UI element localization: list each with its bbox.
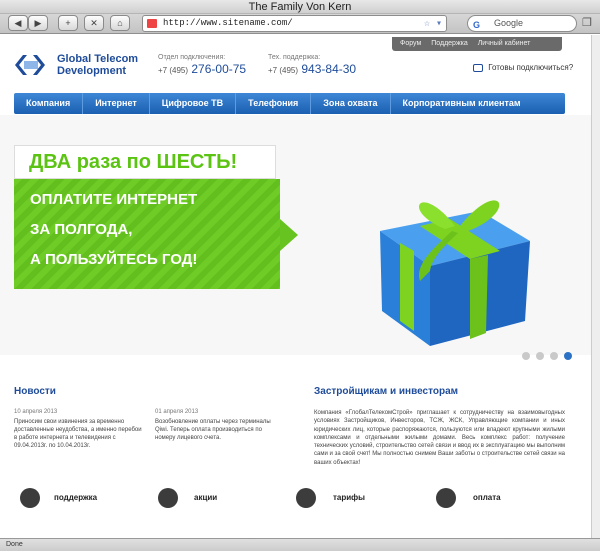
phone-prefix: +7 (495) — [158, 66, 189, 75]
slider-dot-2[interactable] — [536, 352, 544, 360]
slider-dot-1[interactable] — [522, 352, 530, 360]
footer-promo[interactable]: акции — [194, 493, 217, 502]
brand-line-1: Global Telecom — [57, 53, 139, 65]
menu-item-internet[interactable]: Интернет — [83, 93, 150, 114]
news-date-1: 10 апреля 2013 — [14, 409, 58, 415]
back-button[interactable]: ◀ — [8, 15, 28, 31]
slider-dots — [522, 347, 578, 365]
bookmarks-icon[interactable]: ❐ — [582, 16, 592, 29]
bookmark-star-icon[interactable]: ☆ ▾ — [424, 17, 442, 32]
news-text-1[interactable]: Приносим свои извинения за временно дост… — [14, 418, 142, 450]
news-title: Новости — [14, 386, 56, 397]
news-date-2: 01 апреля 2013 — [155, 409, 199, 415]
footer-payment[interactable]: оплата — [473, 493, 501, 502]
promo-icon — [158, 488, 178, 508]
tariffs-icon — [296, 488, 316, 508]
vertical-scrollbar[interactable] — [591, 35, 600, 538]
top-links-bar: Форум Поддержка Личный кабинет — [392, 37, 562, 51]
window-titlebar: The Family Von Kern — [0, 0, 600, 14]
slider-dot-3[interactable] — [550, 352, 558, 360]
forum-link[interactable]: Форум — [400, 37, 421, 51]
status-bar: Done — [0, 538, 600, 551]
contact-label-support: Тех. поддержка: — [268, 54, 321, 61]
brand-name: Global Telecom Development — [57, 53, 138, 77]
phone-number: 276-00-75 — [191, 62, 247, 76]
status-text: Done — [6, 541, 23, 548]
investors-title: Застройщикам и инвесторам — [314, 386, 459, 397]
contact-label-connect: Отдел подключения: — [158, 54, 226, 61]
payment-icon — [436, 488, 456, 508]
menu-item-digital-tv[interactable]: Цифровое ТВ — [150, 93, 237, 114]
news-text-2[interactable]: Возобновление оплаты через терминалы Qiw… — [155, 418, 283, 442]
url-field[interactable]: http://www.sitename.com/ ☆ ▾ — [142, 15, 447, 32]
promo-banner[interactable]: ДВА раза по ШЕСТЬ! ОПЛАТИТЕ ИНТЕРНЕТ ЗА … — [0, 115, 600, 360]
investors-text: Компания «ГлобалТелекомСтрой» приглашает… — [314, 410, 565, 466]
phone-number: 943-84-30 — [301, 62, 357, 76]
gift-box-image — [380, 200, 530, 346]
contact-phone-support: +7 (495) 943-84-30 — [268, 62, 356, 76]
banner-line-1: ОПЛАТИТЕ ИНТЕРНЕТ — [30, 191, 198, 208]
site-favicon-icon — [147, 19, 157, 28]
main-menu: Компания Интернет Цифровое ТВ Телефония … — [14, 93, 565, 114]
url-text: http://www.sitename.com/ — [163, 18, 293, 28]
slider-dot-4[interactable] — [564, 352, 572, 360]
support-icon — [20, 488, 40, 508]
menu-item-telephony[interactable]: Телефония — [236, 93, 312, 114]
search-input[interactable]: G Google — [467, 15, 577, 32]
banner-headline: ДВА раза по ШЕСТЬ! — [14, 145, 276, 179]
search-placeholder: Google — [494, 18, 524, 28]
footer-links: поддержка акции тарифы оплата — [0, 488, 600, 523]
footer-support[interactable]: поддержка — [54, 493, 97, 502]
menu-item-corporate[interactable]: Корпоративным клиентам — [391, 93, 533, 114]
account-link[interactable]: Личный кабинет — [478, 37, 531, 51]
forward-button[interactable]: ▶ — [28, 15, 48, 31]
contact-phone-connect: +7 (495) 276-00-75 — [158, 62, 246, 76]
banner-line-3: А ПОЛЬЗУЙТЕСЬ ГОД! — [30, 251, 198, 268]
ready-text: Готовы подключиться? — [488, 63, 574, 72]
add-tab-button[interactable]: + — [58, 15, 78, 31]
stop-button[interactable]: ✕ — [84, 15, 104, 31]
banner-offer-box: ОПЛАТИТЕ ИНТЕРНЕТ ЗА ПОЛГОДА, А ПОЛЬЗУЙТ… — [14, 179, 298, 289]
phone-prefix: +7 (495) — [268, 66, 299, 75]
menu-item-coverage[interactable]: Зона охвата — [311, 93, 391, 114]
web-page: Global Telecom Development Отдел подключ… — [0, 35, 600, 541]
google-icon: G — [473, 20, 481, 30]
home-button[interactable]: ⌂ — [110, 15, 130, 31]
support-link[interactable]: Поддержка — [431, 37, 468, 51]
ready-to-connect-link[interactable]: Готовы подключиться? — [473, 63, 573, 72]
menu-item-company[interactable]: Компания — [14, 93, 84, 114]
banner-line-2: ЗА ПОЛГОДА, — [30, 221, 133, 238]
footer-tariffs[interactable]: тарифы — [333, 493, 365, 502]
brand-line-2: Development — [57, 65, 127, 77]
window-title: The Family Von Kern — [248, 1, 352, 13]
company-logo-icon — [15, 55, 45, 75]
chat-icon — [473, 63, 483, 72]
